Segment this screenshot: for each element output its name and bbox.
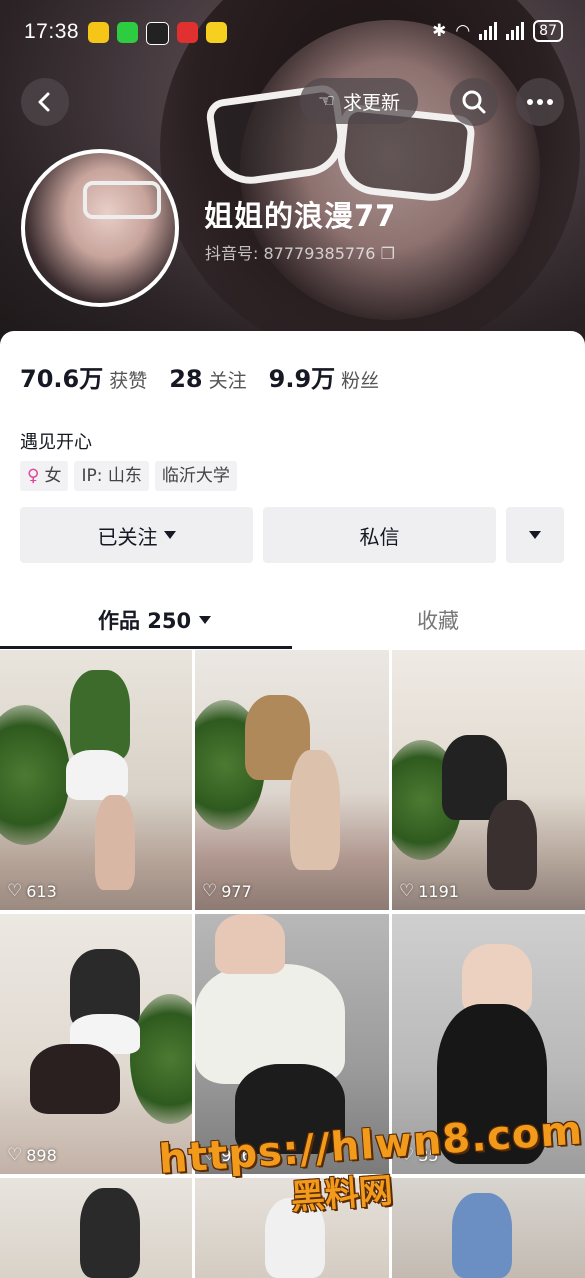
app-icon — [206, 22, 227, 43]
avatar[interactable] — [21, 149, 179, 307]
caret-down-icon — [199, 616, 212, 624]
ip-tag: IP: 山东 — [74, 461, 149, 491]
nickname: 姐姐的浪漫77 — [204, 199, 397, 233]
tab-favorites[interactable]: 收藏 — [417, 605, 459, 635]
following-stat[interactable]: 28 关注 — [169, 365, 246, 393]
likes-count: 70.6万 — [20, 365, 104, 393]
video-likes: ♡ 898 — [7, 1145, 57, 1165]
search-icon — [462, 90, 486, 114]
chevron-left-icon — [38, 92, 50, 112]
stats-row: 70.6万 获赞 28 关注 9.9万 粉丝 — [20, 359, 379, 394]
status-time: 17:38 — [24, 20, 80, 43]
content-tabs: 作品 250 收藏 — [0, 593, 585, 649]
tab-favorites-label: 收藏 — [417, 609, 459, 633]
followers-stat[interactable]: 9.9万 粉丝 — [269, 359, 380, 394]
video-thumbnail[interactable]: ♡ 898 — [0, 914, 192, 1174]
heart-icon: ♡ — [202, 881, 218, 901]
news-app-icon — [177, 22, 198, 43]
heart-icon: ♡ — [7, 881, 23, 901]
school-label: 临沂大学 — [161, 466, 230, 486]
signal-icon-2 — [506, 22, 525, 40]
likes-label: 获赞 — [109, 370, 148, 392]
heart-icon: ♡ — [7, 1145, 23, 1165]
pointing-hand-icon: ☜ — [317, 90, 336, 112]
bio-text: 遇见开心 — [20, 432, 92, 453]
followers-count: 9.9万 — [268, 365, 336, 393]
caret-down-icon — [163, 531, 176, 539]
douyin-id[interactable]: 抖音号: 87779385776 ❐ — [205, 240, 395, 264]
followed-button[interactable]: 已关注 — [20, 507, 253, 563]
douyin-id-text: 抖音号: 87779385776 — [205, 244, 376, 263]
bluetooth-icon: ✱ — [432, 21, 447, 41]
status-app-icons — [88, 22, 227, 45]
gender-label: 女 — [44, 466, 62, 486]
copy-icon[interactable]: ❐ — [381, 244, 395, 263]
more-options-button[interactable] — [506, 507, 564, 563]
wifi-icon: ◠ — [455, 21, 471, 41]
video-thumbnail[interactable]: ♡ 1191 — [392, 650, 585, 910]
likes-count: 898 — [26, 1145, 57, 1165]
ip-label: IP: 山东 — [81, 466, 142, 486]
search-button[interactable] — [450, 78, 498, 126]
message-label: 私信 — [359, 524, 400, 549]
status-bar: 17:38 ✱ ◠ 87 — [0, 0, 585, 66]
message-button[interactable]: 私信 — [263, 507, 496, 563]
profile-tags: ♀ 女 IP: 山东 临沂大学 — [20, 461, 237, 491]
video-thumbnail[interactable]: ♡ 613 — [0, 650, 192, 910]
signal-icon — [479, 22, 498, 40]
more-icon — [527, 99, 553, 105]
likes-count: 977 — [221, 881, 252, 901]
likes-count: 613 — [26, 881, 57, 901]
video-likes: ♡ 977 — [202, 881, 252, 901]
heart-icon: ♡ — [399, 881, 415, 901]
video-thumbnail[interactable]: ♡ 977 — [195, 650, 389, 910]
more-button[interactable] — [516, 78, 564, 126]
back-button[interactable] — [21, 78, 69, 126]
request-update-button[interactable]: ☜ 求更新 — [300, 78, 418, 124]
following-count: 28 — [169, 365, 203, 393]
school-tag[interactable]: 临沂大学 — [154, 461, 237, 491]
gender-tag: ♀ 女 — [20, 461, 69, 491]
video-likes: ♡ 1191 — [399, 881, 459, 901]
weibo-icon — [88, 22, 109, 43]
likes-count: 1191 — [418, 881, 459, 901]
qq-icon — [146, 22, 169, 45]
request-update-label: 求更新 — [343, 91, 401, 114]
battery-icon: 87 — [533, 20, 563, 42]
status-indicators: ✱ ◠ 87 — [432, 20, 563, 42]
action-buttons: 已关注 私信 — [20, 507, 564, 563]
video-likes: ♡ 613 — [7, 881, 57, 901]
active-tab-indicator — [0, 646, 292, 649]
wechat-icon — [117, 22, 138, 43]
female-icon: ♀ — [27, 466, 40, 486]
tab-works[interactable]: 作品 250 — [98, 605, 212, 635]
following-label: 关注 — [208, 370, 247, 392]
followed-label: 已关注 — [97, 524, 158, 549]
caret-down-icon — [529, 531, 541, 539]
likes-stat: 70.6万 获赞 — [20, 359, 147, 394]
tab-works-label: 作品 250 — [98, 609, 192, 633]
followers-label: 粉丝 — [341, 370, 380, 392]
